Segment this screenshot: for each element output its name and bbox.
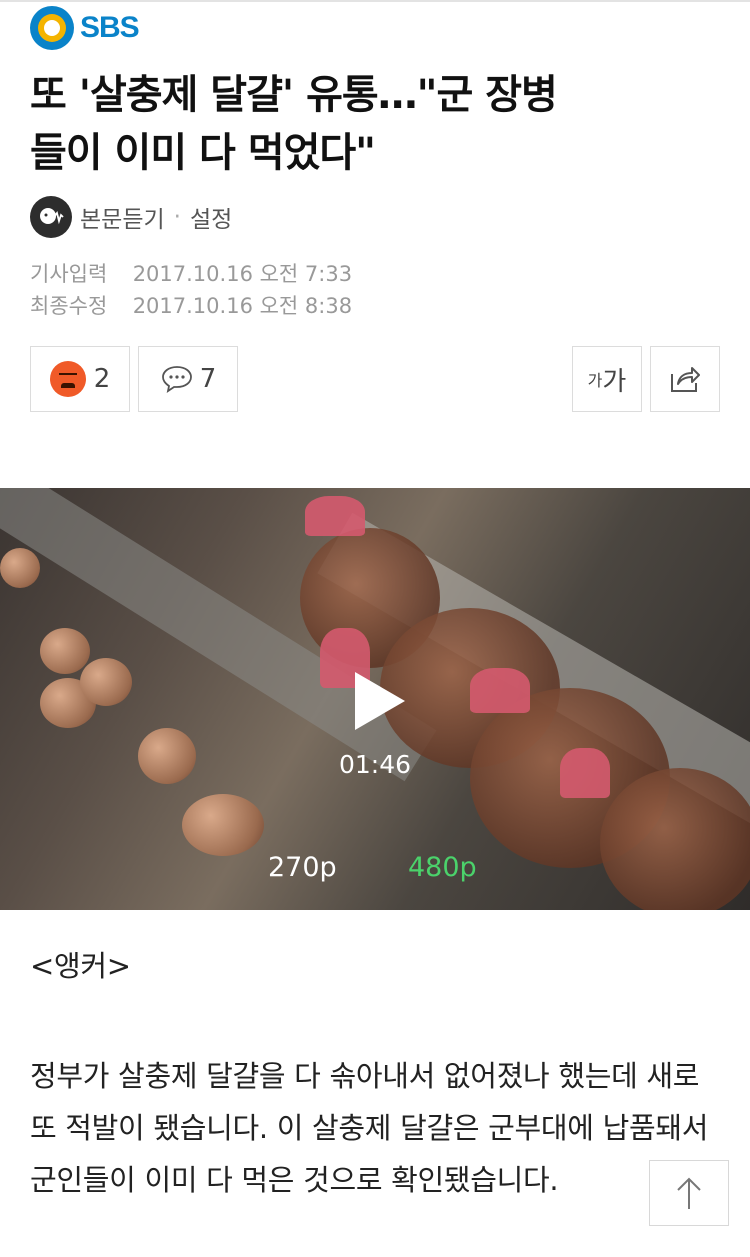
meta-modified: 최종수정 2017.10.16 오전 8:38: [30, 290, 352, 322]
video-scene: [600, 768, 750, 910]
sbs-logo[interactable]: SBS: [30, 6, 140, 50]
video-scene: [182, 794, 264, 856]
angry-reaction-icon: [49, 361, 86, 397]
article-meta: 기사입력 2017.10.16 오전 7:33 최종수정 2017.10.16 …: [30, 258, 352, 322]
meta-label: 최종수정: [30, 294, 108, 318]
font-big-label: 가: [602, 366, 627, 397]
logo-text: SBS: [80, 11, 140, 44]
comment-button[interactable]: 7: [138, 346, 238, 412]
article-title: 또 '살충제 달걀' 유통…"군 장병들이 이미 다 먹었다": [30, 72, 558, 176]
separator-dot: ·: [173, 204, 181, 230]
font-size-button[interactable]: 가가: [572, 346, 642, 412]
comment-icon: [161, 366, 192, 393]
scroll-to-top-button[interactable]: [649, 1160, 729, 1226]
article-paragraph: 정부가 살충제 달걀을 다 솎아내서 없어졌나 했는데 새로 또 적발이 됐습니…: [30, 1059, 709, 1197]
video-scene: [80, 658, 132, 706]
meta-published: 기사입력 2017.10.16 오전 7:33: [30, 258, 352, 290]
quality-480p[interactable]: 480p: [408, 852, 477, 883]
meta-label: 기사입력: [30, 262, 108, 286]
arrow-up-icon: [677, 1177, 701, 1209]
video-scene: [0, 548, 40, 588]
video-scene: [40, 628, 90, 674]
listen-bar: 본문듣기 · 설정: [30, 196, 232, 238]
meta-value: 2017.10.16 오전 8:38: [132, 294, 353, 318]
play-icon[interactable]: [355, 672, 405, 730]
share-button[interactable]: [650, 346, 720, 412]
top-divider: [0, 0, 750, 2]
video-duration: 01:46: [338, 750, 412, 779]
listen-icon[interactable]: [30, 196, 72, 238]
anchor-label: <앵커>: [30, 949, 131, 983]
video-scene: [305, 496, 365, 536]
font-small-label: 가: [587, 371, 603, 390]
listen-button[interactable]: 본문듣기: [80, 200, 165, 234]
meta-value: 2017.10.16 오전 7:33: [132, 262, 353, 286]
settings-button[interactable]: 설정: [190, 200, 232, 234]
sbs-logo-icon: [30, 6, 74, 50]
video-scene: [470, 668, 530, 713]
reaction-count: 2: [93, 364, 111, 394]
reaction-button[interactable]: 2: [30, 346, 130, 412]
quality-270p[interactable]: 270p: [268, 852, 337, 883]
comment-count: 7: [199, 364, 217, 394]
share-icon: [671, 367, 700, 392]
